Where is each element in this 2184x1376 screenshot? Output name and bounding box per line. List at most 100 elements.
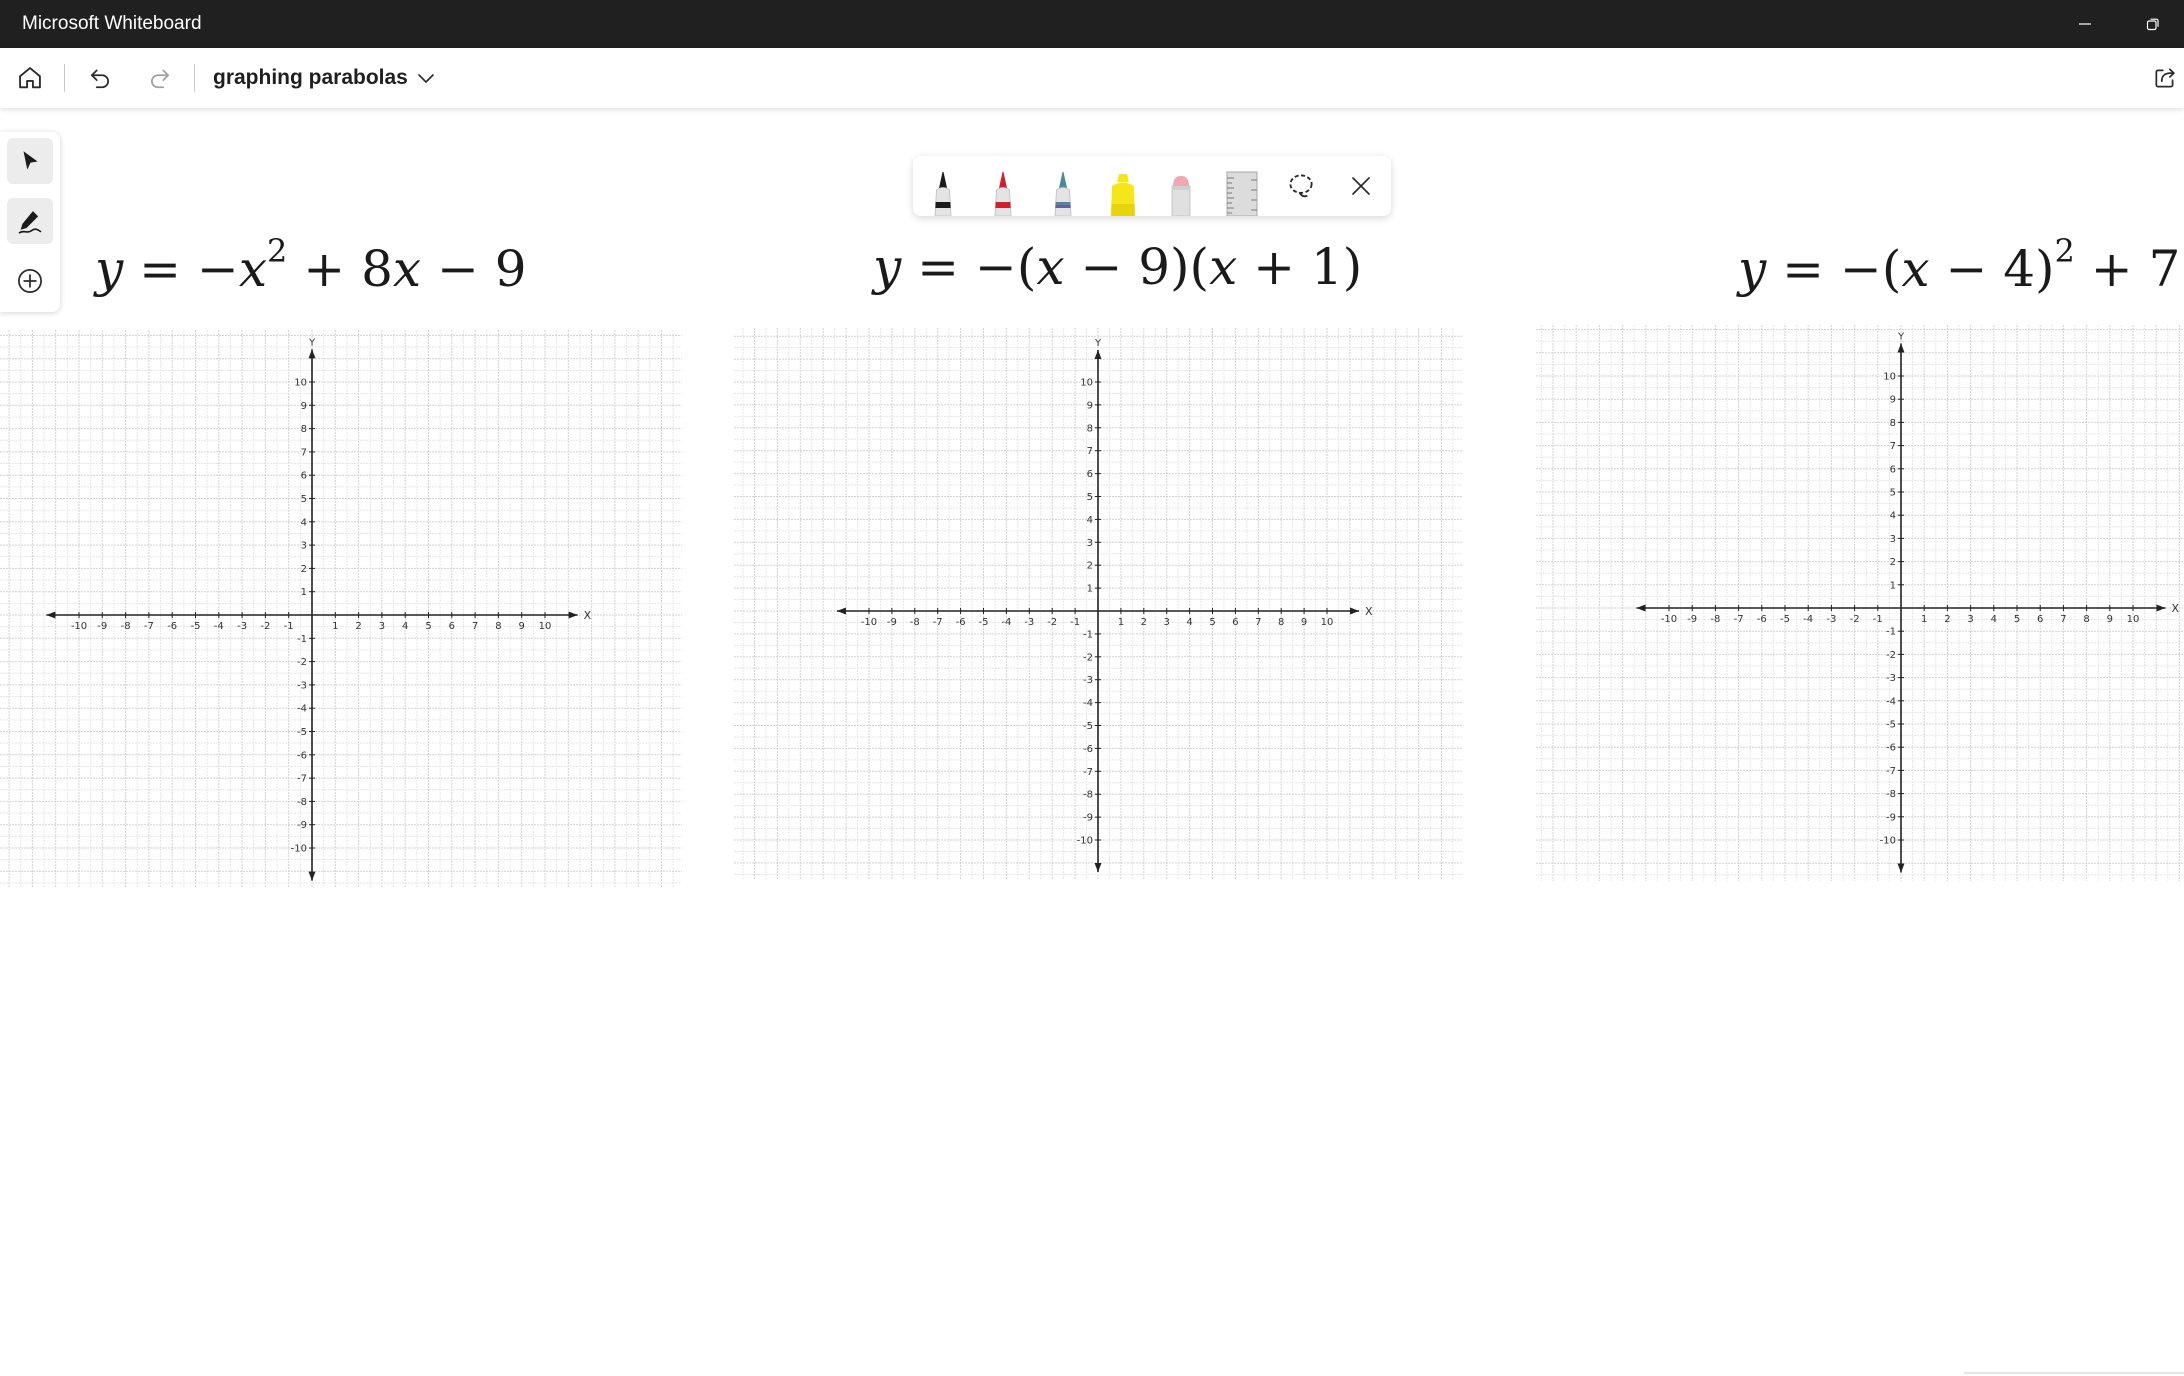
y-tick-label: -1 — [1886, 627, 1896, 638]
lasso-select-button[interactable] — [1273, 156, 1329, 216]
x-tick-label: 4 — [1186, 617, 1192, 628]
close-inking-button[interactable] — [1333, 156, 1389, 216]
x-axis-arrow-right — [2156, 604, 2166, 612]
plus-circle-icon — [18, 269, 42, 293]
galaxy-pen-icon — [1054, 172, 1072, 216]
ruler-button[interactable] — [1213, 156, 1269, 216]
undo-button[interactable] — [78, 56, 122, 100]
y-tick-label: -4 — [297, 704, 307, 715]
x-tick-label: 7 — [472, 621, 478, 632]
red-pen-button[interactable] — [975, 156, 1031, 216]
x-tick-label: -8 — [1710, 614, 1720, 625]
x-tick-label: 10 — [2127, 614, 2140, 625]
y-axis-arrow-up — [1094, 349, 1102, 359]
x-axis-arrow-left — [1636, 604, 1646, 612]
eraser-tip — [1173, 176, 1189, 186]
y-tick-label: -6 — [297, 750, 307, 761]
galaxy-pen-button[interactable] — [1035, 156, 1091, 216]
x-tick-label: 1 — [1118, 617, 1124, 628]
x-tick-label: 7 — [2060, 614, 2066, 625]
x-tick-label: -2 — [1850, 614, 1860, 625]
x-tick-label: -8 — [121, 621, 131, 632]
y-tick-label: -10 — [1880, 836, 1896, 847]
x-tick-label: 1 — [332, 621, 338, 632]
title-bar: Microsoft Whiteboard — [0, 0, 2184, 48]
x-tick-label: -7 — [933, 617, 943, 628]
x-tick-label: -6 — [167, 621, 177, 632]
eraser-button[interactable] — [1153, 156, 1209, 216]
equation-exponent: 2 — [267, 232, 288, 270]
y-tick-label: 9 — [1890, 395, 1896, 406]
redo-icon — [151, 69, 169, 89]
x-tick-label: -9 — [887, 617, 897, 628]
redo-button[interactable] — [138, 56, 182, 100]
y-tick-label: -9 — [1083, 813, 1093, 824]
x-tick-label: 1 — [1921, 614, 1927, 625]
x-tick-label: 10 — [539, 621, 552, 632]
y-tick-label: 8 — [1890, 418, 1896, 429]
x-tick-label: -10 — [861, 617, 877, 628]
highlighter-tip — [1117, 174, 1129, 182]
x-axis-label: X — [2171, 602, 2179, 615]
y-tick-label: 6 — [301, 471, 307, 482]
y-tick-label: -3 — [1083, 675, 1093, 686]
y-tick-label: -8 — [297, 797, 307, 808]
y-axis-arrow-down — [1094, 863, 1102, 873]
coordinate-grid-2[interactable]: X Y -10 -10 -9 -9 -8 -8 -7 -7 -6 -6 -5 -5 -4 -4 -3 -3 -2 -2… — [734, 328, 1462, 880]
y-tick-label: -6 — [1886, 743, 1896, 754]
y-tick-label: 4 — [301, 517, 307, 528]
lasso-icon — [1289, 174, 1313, 198]
y-tick-label: -7 — [297, 774, 307, 785]
equation-part: x — [1209, 238, 1238, 296]
y-tick-label: -4 — [1886, 696, 1896, 707]
x-tick-label: 2 — [1944, 614, 1950, 625]
equation-factored-form[interactable]: y = −(x − 9)(x + 1) — [873, 238, 1362, 296]
y-axis-label: Y — [1897, 332, 1905, 343]
select-tool-button[interactable] — [7, 138, 53, 184]
y-tick-label: 8 — [301, 424, 307, 435]
x-tick-label: 6 — [1232, 617, 1238, 628]
y-tick-label: 3 — [301, 541, 307, 552]
y-tick-label: 5 — [1087, 492, 1093, 503]
inking-tool-button[interactable] — [7, 198, 53, 244]
minimize-button[interactable] — [2054, 0, 2116, 48]
x-tick-label: 4 — [402, 621, 408, 632]
share-button[interactable] — [2146, 56, 2184, 100]
x-axis-arrow-right — [1350, 607, 1360, 615]
black-pen-button[interactable] — [915, 156, 971, 216]
highlighter-button[interactable] — [1095, 156, 1151, 216]
equation-vertex-form[interactable]: y = −(x − 4)2 + 7 — [1738, 232, 2180, 298]
x-axis-arrow-left — [836, 607, 846, 615]
restore-button[interactable] — [2122, 0, 2184, 48]
x-tick-label: -7 — [144, 621, 154, 632]
y-axis-arrow-up — [1897, 343, 1905, 353]
y-tick-label: -2 — [1083, 652, 1093, 663]
home-icon — [19, 67, 41, 89]
x-tick-label: -9 — [97, 621, 107, 632]
equation-standard-form[interactable]: y = −x2 + 8x − 9 — [95, 232, 527, 298]
coordinate-grid-1[interactable]: X Y -10 -10 -9 -9 -8 -8 -7 -7 -6 -6 -5 -5 -4 -4 -3 -3 -2 -2… — [0, 330, 682, 888]
x-tick-label: -3 — [237, 621, 247, 632]
y-tick-label: 10 — [294, 378, 307, 389]
y-tick-label: -8 — [1083, 790, 1093, 801]
x-tick-label: 8 — [1278, 617, 1284, 628]
x-axis-label: X — [584, 609, 592, 622]
equation-part: + 7 — [2074, 240, 2181, 298]
board-name[interactable]: graphing parabolas — [213, 48, 408, 108]
home-button[interactable] — [8, 56, 52, 100]
add-content-button[interactable] — [7, 258, 53, 304]
y-axis-arrow-down — [1897, 863, 1905, 873]
y-tick-label: 10 — [1883, 372, 1896, 383]
y-axis-label: Y — [308, 337, 316, 348]
close-icon — [1352, 177, 1370, 195]
pen-tip — [939, 172, 947, 188]
canvas-scroll-indicator — [1964, 1372, 2184, 1374]
pen-icon — [18, 211, 42, 234]
y-tick-label: -5 — [1886, 720, 1896, 731]
x-tick-label: -2 — [260, 621, 270, 632]
x-tick-label: 9 — [519, 621, 525, 632]
y-tick-label: 7 — [301, 447, 307, 458]
chevron-down-icon[interactable] — [414, 66, 438, 90]
equation-part: = − — [123, 240, 239, 298]
coordinate-grid-3[interactable]: X Y -10 -10 -9 -9 -8 -8 -7 -7 -6 -6 -5 -5 -4 -4 -3 -3 -2 -2… — [1536, 325, 2184, 881]
